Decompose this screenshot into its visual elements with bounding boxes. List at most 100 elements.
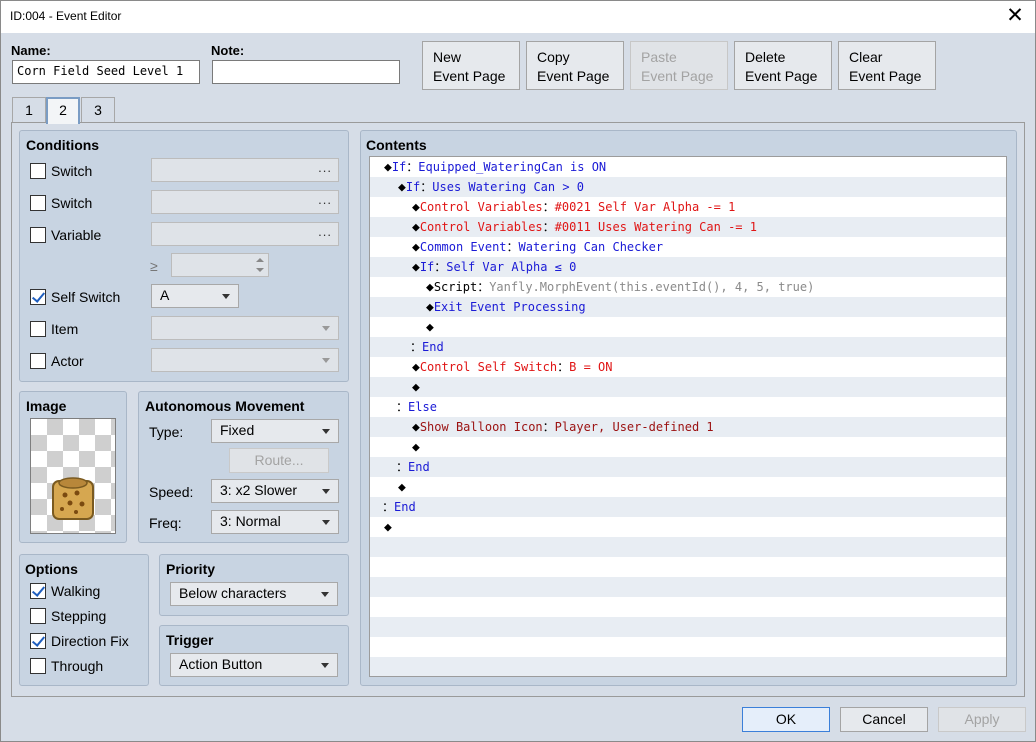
switch2-checkbox[interactable] (30, 195, 46, 211)
command-text: Player, User-defined 1 (554, 420, 714, 434)
command-text: Else (408, 400, 437, 414)
copy-event-page-button[interactable]: Copy Event Page (526, 41, 624, 90)
command-row[interactable]: ：End (370, 497, 1006, 517)
command-row[interactable]: ◆Control Variables：#0021 Self Var Alpha … (370, 197, 1006, 217)
priority-select[interactable]: Below characters (170, 582, 338, 606)
event-command-list[interactable]: ◆If：Equipped_WateringCan is ON ◆If：Uses W… (369, 156, 1007, 677)
stepping-label: Stepping (51, 608, 107, 624)
item-select[interactable] (151, 316, 339, 340)
command-row[interactable] (370, 657, 1006, 676)
command-row[interactable]: ◆ (370, 317, 1006, 337)
movement-type-select[interactable]: Fixed (211, 419, 339, 443)
command-row[interactable]: ：Else (370, 397, 1006, 417)
command-row[interactable]: ◆ (370, 477, 1006, 497)
command-row[interactable]: ◆Control Self Switch：B = ON (370, 357, 1006, 377)
command-text: #0011 Uses Watering Can -= 1 (554, 220, 757, 234)
paste-event-page-button[interactable]: Paste Event Page (630, 41, 728, 90)
spin-down-icon[interactable] (256, 268, 264, 272)
options-title: Options (25, 561, 78, 577)
direction-fix-checkbox[interactable] (30, 633, 46, 649)
ok-button[interactable]: OK (742, 707, 830, 732)
command-row[interactable]: ◆ (370, 377, 1006, 397)
movement-freq-select[interactable]: 3: Normal (211, 510, 339, 534)
actor-select[interactable] (151, 348, 339, 372)
command-row[interactable] (370, 637, 1006, 657)
tab-page-1[interactable]: 1 (12, 97, 46, 123)
command-text: ： (382, 500, 395, 514)
stepping-checkbox[interactable] (30, 608, 46, 624)
tab-page-2[interactable]: 2 (46, 97, 80, 124)
command-row[interactable]: ◆Show Balloon Icon：Player, User-defined … (370, 417, 1006, 437)
switch1-label: Switch (51, 163, 93, 179)
spin-up-icon[interactable] (256, 258, 264, 262)
command-row[interactable] (370, 597, 1006, 617)
command-text: Yanfly.MorphEvent(this.eventId(), 4, 5, … (489, 280, 815, 294)
movement-freq-value: 3: Normal (220, 513, 281, 529)
command-text: ： (420, 180, 433, 194)
diamond-icon: ◆ (412, 380, 420, 395)
event-editor-window: ID:004 - Event Editor ✕ Name: Corn Field… (0, 0, 1036, 742)
switch1-selector[interactable]: ... (151, 158, 339, 182)
priority-title: Priority (166, 561, 216, 577)
command-row[interactable]: ◆Exit Event Processing (370, 297, 1006, 317)
event-page-panel: Conditions Switch ... Switch ... Variabl… (11, 122, 1025, 697)
actor-checkbox[interactable] (30, 353, 46, 369)
diamond-icon: ◆ (426, 300, 434, 315)
cancel-button[interactable]: Cancel (840, 707, 928, 732)
command-row[interactable]: ◆Common Event：Watering Can Checker (370, 237, 1006, 257)
variable-amount-spinner[interactable] (171, 253, 269, 277)
through-checkbox[interactable] (30, 658, 46, 674)
command-text: ： (542, 420, 555, 434)
button-label: Event Page (849, 68, 922, 84)
name-input[interactable]: Corn Field Seed Level 1 (12, 60, 200, 84)
diamond-icon: ◆ (384, 160, 392, 175)
trigger-select[interactable]: Action Button (170, 653, 338, 677)
ellipsis-icon: ... (318, 160, 332, 175)
route-button[interactable]: Route... (229, 448, 329, 473)
command-row[interactable]: ◆ (370, 437, 1006, 457)
note-input[interactable] (212, 60, 400, 84)
chevron-down-icon (322, 520, 330, 525)
command-row[interactable] (370, 537, 1006, 557)
command-row[interactable] (370, 617, 1006, 637)
switch1-checkbox[interactable] (30, 163, 46, 179)
movement-speed-select[interactable]: 3: x2 Slower (211, 479, 339, 503)
event-image-preview[interactable] (30, 418, 116, 534)
command-row[interactable]: ：End (370, 457, 1006, 477)
command-row[interactable]: ◆ (370, 517, 1006, 537)
item-checkbox[interactable] (30, 321, 46, 337)
command-text: Exit Event Processing (433, 300, 586, 314)
command-text: ： (506, 240, 519, 254)
command-row[interactable]: ◆If：Self Var Alpha ≤ 0 (370, 257, 1006, 277)
command-row[interactable]: ◆If：Uses Watering Can > 0 (370, 177, 1006, 197)
switch2-selector[interactable]: ... (151, 190, 339, 214)
button-label: Copy (537, 49, 570, 65)
chevron-down-icon (322, 326, 330, 331)
command-row[interactable]: ：End (370, 337, 1006, 357)
walking-checkbox[interactable] (30, 583, 46, 599)
command-row[interactable]: ◆If：Equipped_WateringCan is ON (370, 157, 1006, 177)
command-row[interactable] (370, 577, 1006, 597)
command-text: Watering Can Checker (518, 240, 664, 254)
diamond-icon: ◆ (384, 520, 392, 535)
title-bar: ID:004 - Event Editor ✕ (1, 1, 1035, 33)
command-row[interactable] (370, 557, 1006, 577)
delete-event-page-button[interactable]: Delete Event Page (734, 41, 832, 90)
variable-checkbox[interactable] (30, 227, 46, 243)
clear-event-page-button[interactable]: Clear Event Page (838, 41, 936, 90)
diamond-icon: ◆ (412, 220, 420, 235)
new-event-page-button[interactable]: New Event Page (422, 41, 520, 90)
actor-label: Actor (51, 353, 84, 369)
button-label: Delete (745, 49, 786, 65)
command-row[interactable]: ◆Control Variables：#0011 Uses Watering C… (370, 217, 1006, 237)
self-switch-select[interactable]: A (151, 284, 239, 308)
self-switch-checkbox[interactable] (30, 289, 46, 305)
command-text: Show Balloon Icon (419, 420, 543, 434)
tab-page-3[interactable]: 3 (81, 97, 115, 123)
movement-speed-value: 3: x2 Slower (220, 482, 298, 498)
variable-selector[interactable]: ... (151, 222, 339, 246)
trigger-group: Trigger Action Button (159, 625, 349, 686)
command-row[interactable]: ◆Script：Yanfly.MorphEvent(this.eventId()… (370, 277, 1006, 297)
close-icon[interactable]: ✕ (1001, 3, 1029, 29)
apply-button[interactable]: Apply (938, 707, 1026, 732)
